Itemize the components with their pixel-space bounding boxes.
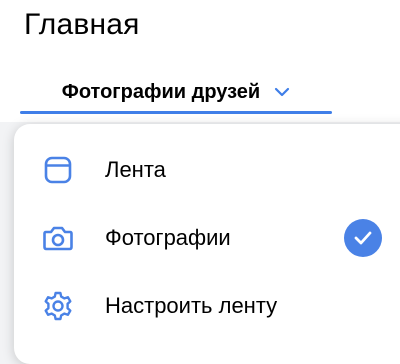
page-title: Главная — [24, 8, 140, 41]
check-icon — [344, 219, 382, 257]
menu-item-photos[interactable]: Фотографии — [14, 204, 400, 272]
menu-item-label: Фотографии — [105, 225, 231, 250]
feed-icon — [38, 150, 78, 190]
camera-icon — [38, 218, 78, 258]
gear-icon — [38, 286, 78, 326]
header: Главная Фотографии друзей — [0, 0, 400, 122]
menu-item-feed[interactable]: Лента — [14, 136, 400, 204]
menu-item-label: Лента — [105, 157, 166, 182]
menu-item-customize-feed[interactable]: Настроить ленту — [14, 272, 400, 340]
feed-dropdown-menu: Лента Фотографии Настроить ленту — [14, 124, 400, 364]
feed-selector-label: Фотографии друзей — [61, 80, 261, 103]
tab-underline — [20, 111, 332, 114]
chevron-down-icon — [274, 84, 290, 100]
menu-item-label: Настроить ленту — [105, 293, 278, 318]
feed-selector-tab[interactable]: Фотографии друзей — [20, 70, 332, 114]
